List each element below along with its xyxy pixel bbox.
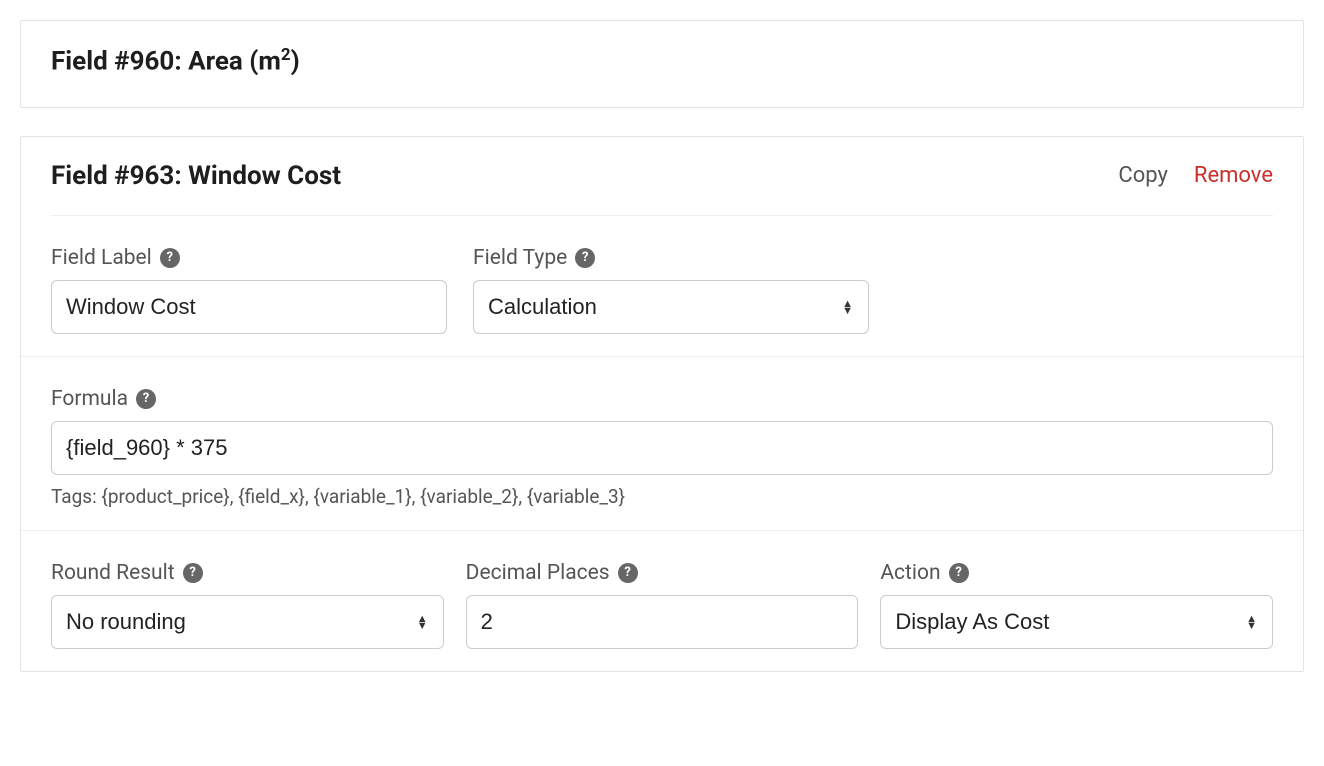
field-label-input[interactable] bbox=[51, 280, 447, 334]
field-963-actions: Copy Remove bbox=[1118, 163, 1273, 188]
field-963-header: Field #963: Window Cost Copy Remove bbox=[21, 137, 1303, 215]
field-type-label: Field Type bbox=[473, 246, 567, 270]
formula-label: Formula bbox=[51, 387, 128, 411]
help-icon[interactable]: ? bbox=[160, 248, 180, 268]
field-label-label: Field Label bbox=[51, 246, 152, 270]
field-960-title-prefix: Field #960: Area (m bbox=[51, 47, 281, 77]
copy-button[interactable]: Copy bbox=[1118, 163, 1168, 188]
decimal-places-input[interactable] bbox=[466, 595, 859, 649]
formula-input[interactable] bbox=[51, 421, 1273, 475]
field-960-title-sup: 2 bbox=[281, 45, 291, 65]
remove-button[interactable]: Remove bbox=[1194, 163, 1273, 188]
formula-tags-hint: Tags: {product_price}, {field_x}, {varia… bbox=[51, 485, 1273, 508]
field-960-title-suffix: ) bbox=[291, 47, 300, 77]
action-label: Action bbox=[880, 561, 940, 585]
help-icon[interactable]: ? bbox=[136, 389, 156, 409]
label-type-section: Field Label ? Field Type ? ▲▼ bbox=[21, 216, 1303, 357]
field-963-title: Field #963: Window Cost bbox=[51, 161, 341, 191]
round-decimal-action-section: Round Result ? ▲▼ Decimal Places ? Actio… bbox=[21, 531, 1303, 671]
formula-section: Formula ? Tags: {product_price}, {field_… bbox=[21, 357, 1303, 531]
round-result-label: Round Result bbox=[51, 561, 175, 585]
field-type-select[interactable] bbox=[473, 280, 869, 334]
decimal-places-label: Decimal Places bbox=[466, 561, 610, 585]
field-960-panel: Field #960: Area (m2) bbox=[20, 20, 1304, 108]
field-960-title: Field #960: Area (m2) bbox=[51, 45, 1273, 77]
action-select[interactable] bbox=[880, 595, 1273, 649]
help-icon[interactable]: ? bbox=[183, 563, 203, 583]
round-result-select[interactable] bbox=[51, 595, 444, 649]
help-icon[interactable]: ? bbox=[949, 563, 969, 583]
help-icon[interactable]: ? bbox=[575, 248, 595, 268]
field-963-panel: Field #963: Window Cost Copy Remove Fiel… bbox=[20, 136, 1304, 672]
help-icon[interactable]: ? bbox=[618, 563, 638, 583]
